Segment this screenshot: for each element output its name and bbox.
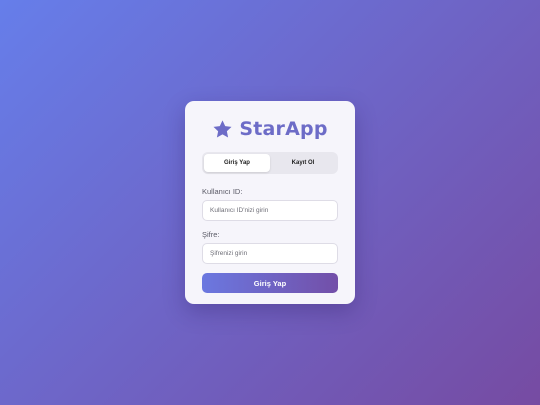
user-id-input[interactable] bbox=[202, 200, 338, 221]
password-input[interactable] bbox=[202, 243, 338, 264]
password-label: Şifre: bbox=[202, 230, 220, 239]
login-card: StarApp Giriş Yap Kayıt Ol Kullanıcı ID:… bbox=[185, 101, 355, 304]
auth-tabs: Giriş Yap Kayıt Ol bbox=[202, 152, 338, 174]
tab-register[interactable]: Kayıt Ol bbox=[270, 154, 336, 172]
user-id-label: Kullanıcı ID: bbox=[202, 187, 243, 196]
app-name: StarApp bbox=[239, 118, 328, 140]
tab-login[interactable]: Giriş Yap bbox=[204, 154, 270, 172]
star-icon bbox=[213, 119, 232, 137]
login-button[interactable]: Giriş Yap bbox=[202, 273, 338, 293]
brand-header: StarApp bbox=[202, 117, 338, 141]
